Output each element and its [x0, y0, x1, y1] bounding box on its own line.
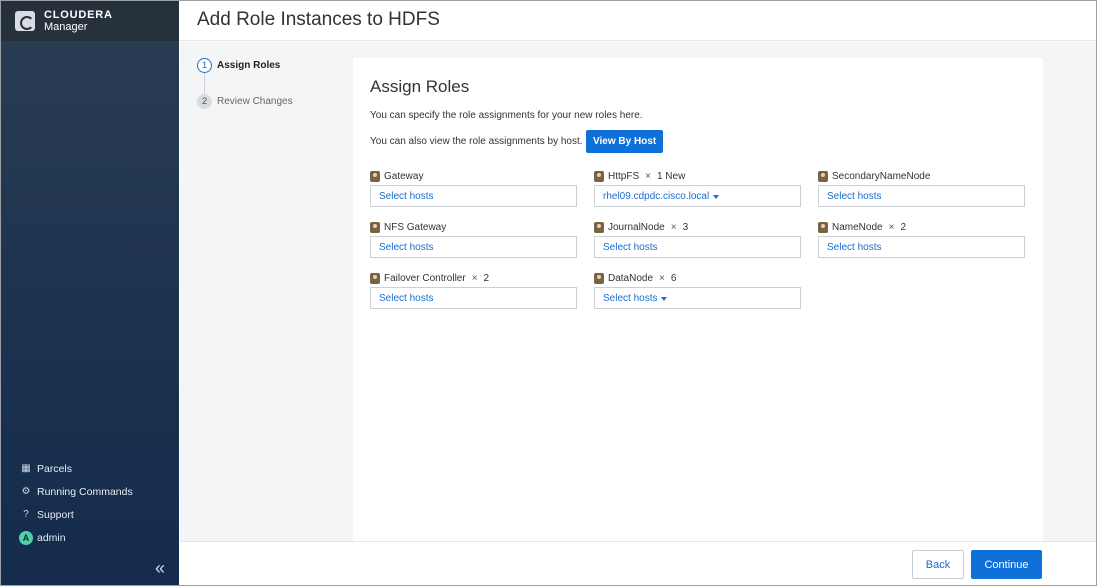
sidebar-item-admin[interactable]: A admin	[1, 526, 179, 549]
step-number: 1	[197, 58, 212, 73]
role-name: DataNode	[608, 273, 654, 284]
role-count: 6	[670, 273, 677, 284]
times-icon: ×	[645, 171, 651, 182]
running-commands-icon: ⚙	[21, 486, 31, 497]
host-view-text: You can also view the role assignments b…	[370, 136, 583, 147]
page-header: Add Role Instances to HDFS	[180, 1, 1096, 41]
host-selector-value: Select hosts	[827, 241, 882, 253]
continue-button[interactable]: Continue	[971, 550, 1042, 579]
role-label: SecondaryNameNode	[818, 170, 1025, 183]
sidebar-nav: ▦ Parcels ⚙ Running Commands ? Support A…	[1, 457, 179, 549]
role-icon	[818, 222, 828, 233]
role-label: NameNode × 2	[818, 221, 1025, 234]
role-host-selector[interactable]: rhel09.cdpdc.cisco.local	[594, 185, 801, 207]
role-name: NameNode	[832, 222, 883, 233]
role-label: JournalNode × 3	[594, 221, 801, 234]
host-selector-value: Select hosts	[827, 190, 882, 202]
role-secondarynamenode: SecondaryNameNode Select hosts	[818, 170, 1025, 207]
back-button[interactable]: Back	[912, 550, 964, 579]
role-name: JournalNode	[608, 222, 665, 233]
role-label: Failover Controller × 2	[370, 272, 577, 285]
assign-roles-card: Assign Roles You can specify the role as…	[353, 58, 1043, 541]
role-httpfs: HttpFS × 1 New rhel09.cdpdc.cisco.local	[594, 170, 801, 207]
times-icon: ×	[888, 222, 895, 233]
host-selector-value: Select hosts	[379, 190, 434, 202]
role-host-selector[interactable]: Select hosts	[818, 185, 1025, 207]
sidebar-item-label: Support	[37, 508, 74, 521]
brand-name: CLOUDERA	[44, 9, 113, 21]
step-assign-roles[interactable]: 1 Assign Roles	[197, 58, 293, 94]
role-host-selector[interactable]: Select hosts	[370, 287, 577, 309]
wizard-steps: 1 Assign Roles 2 Review Changes	[197, 58, 293, 130]
host-selector-value: Select hosts	[603, 241, 658, 253]
role-label: HttpFS × 1 New	[594, 170, 801, 183]
role-icon	[594, 222, 604, 233]
sidebar-item-label: Running Commands	[37, 485, 133, 498]
parcels-icon: ▦	[21, 463, 31, 474]
sidebar-item-label: Parcels	[37, 462, 73, 475]
support-icon: ?	[23, 509, 29, 520]
role-host-selector[interactable]: Select hosts	[594, 287, 801, 309]
role-icon	[818, 171, 828, 182]
host-selector-value: Select hosts	[379, 292, 434, 304]
sidebar-item-running-commands[interactable]: ⚙ Running Commands	[1, 480, 179, 503]
brand-header[interactable]: CLOUDERA Manager	[1, 1, 179, 41]
role-name: Failover Controller	[384, 273, 466, 284]
role-icon	[594, 171, 604, 182]
step-number: 2	[197, 94, 212, 109]
step-label: Assign Roles	[217, 60, 281, 71]
main-content: 1 Assign Roles 2 Review Changes Assign R…	[180, 42, 1096, 541]
host-selector-value: Select hosts	[379, 241, 434, 253]
step-review-changes[interactable]: 2 Review Changes	[197, 94, 293, 130]
role-count: 3	[682, 222, 689, 233]
view-by-host-button[interactable]: View By Host	[586, 130, 664, 153]
role-icon	[370, 273, 380, 284]
brand-subtitle: Manager	[44, 21, 88, 33]
role-label: Gateway	[370, 170, 577, 183]
role-gateway: Gateway Select hosts	[370, 170, 577, 207]
times-icon: ×	[670, 222, 677, 233]
role-count: 1 New	[656, 171, 686, 182]
role-label: DataNode × 6	[594, 272, 801, 285]
card-description: You can specify the role assignments for…	[370, 110, 643, 121]
sidebar-item-label: admin	[37, 531, 66, 544]
role-count: 2	[900, 222, 906, 233]
step-label: Review Changes	[217, 96, 293, 107]
times-icon: ×	[659, 273, 665, 284]
cloudera-logo-icon	[15, 11, 35, 31]
step-connector	[204, 73, 205, 94]
role-count: 2	[483, 273, 490, 284]
role-journalnode: JournalNode × 3 Select hosts	[594, 221, 801, 258]
role-host-selector[interactable]: Select hosts	[370, 185, 577, 207]
collapse-sidebar-icon[interactable]: «	[155, 559, 165, 577]
times-icon: ×	[471, 273, 478, 284]
role-name: HttpFS	[608, 171, 640, 182]
page-title: Add Role Instances to HDFS	[197, 9, 440, 30]
caret-down-icon	[661, 296, 668, 301]
role-icon	[370, 171, 380, 182]
host-selector-value: rhel09.cdpdc.cisco.local	[603, 190, 710, 202]
sidebar: CLOUDERA Manager ▦ Parcels ⚙ Running Com…	[1, 1, 179, 585]
role-name: SecondaryNameNode	[832, 171, 931, 182]
caret-down-icon	[713, 194, 720, 199]
user-avatar: A	[19, 530, 33, 545]
role-label: NFS Gateway	[370, 221, 577, 234]
wizard-footer: Back Continue	[180, 541, 1096, 585]
role-datanode: DataNode × 6 Select hosts	[594, 272, 801, 309]
card-title: Assign Roles	[370, 77, 470, 96]
sidebar-item-support[interactable]: ? Support	[1, 503, 179, 526]
role-host-selector[interactable]: Select hosts	[370, 236, 577, 258]
role-failover-controller: Failover Controller × 2 Select hosts	[370, 272, 577, 309]
role-host-selector[interactable]: Select hosts	[594, 236, 801, 258]
role-name: Gateway	[384, 171, 424, 182]
host-selector-value: Select hosts	[603, 292, 658, 304]
role-nfs-gateway: NFS Gateway Select hosts	[370, 221, 577, 258]
role-icon	[594, 273, 604, 284]
role-icon	[370, 222, 380, 233]
role-name: NFS Gateway	[384, 222, 447, 233]
sidebar-item-parcels[interactable]: ▦ Parcels	[1, 457, 179, 480]
role-host-selector[interactable]: Select hosts	[818, 236, 1025, 258]
role-namenode: NameNode × 2 Select hosts	[818, 221, 1025, 258]
